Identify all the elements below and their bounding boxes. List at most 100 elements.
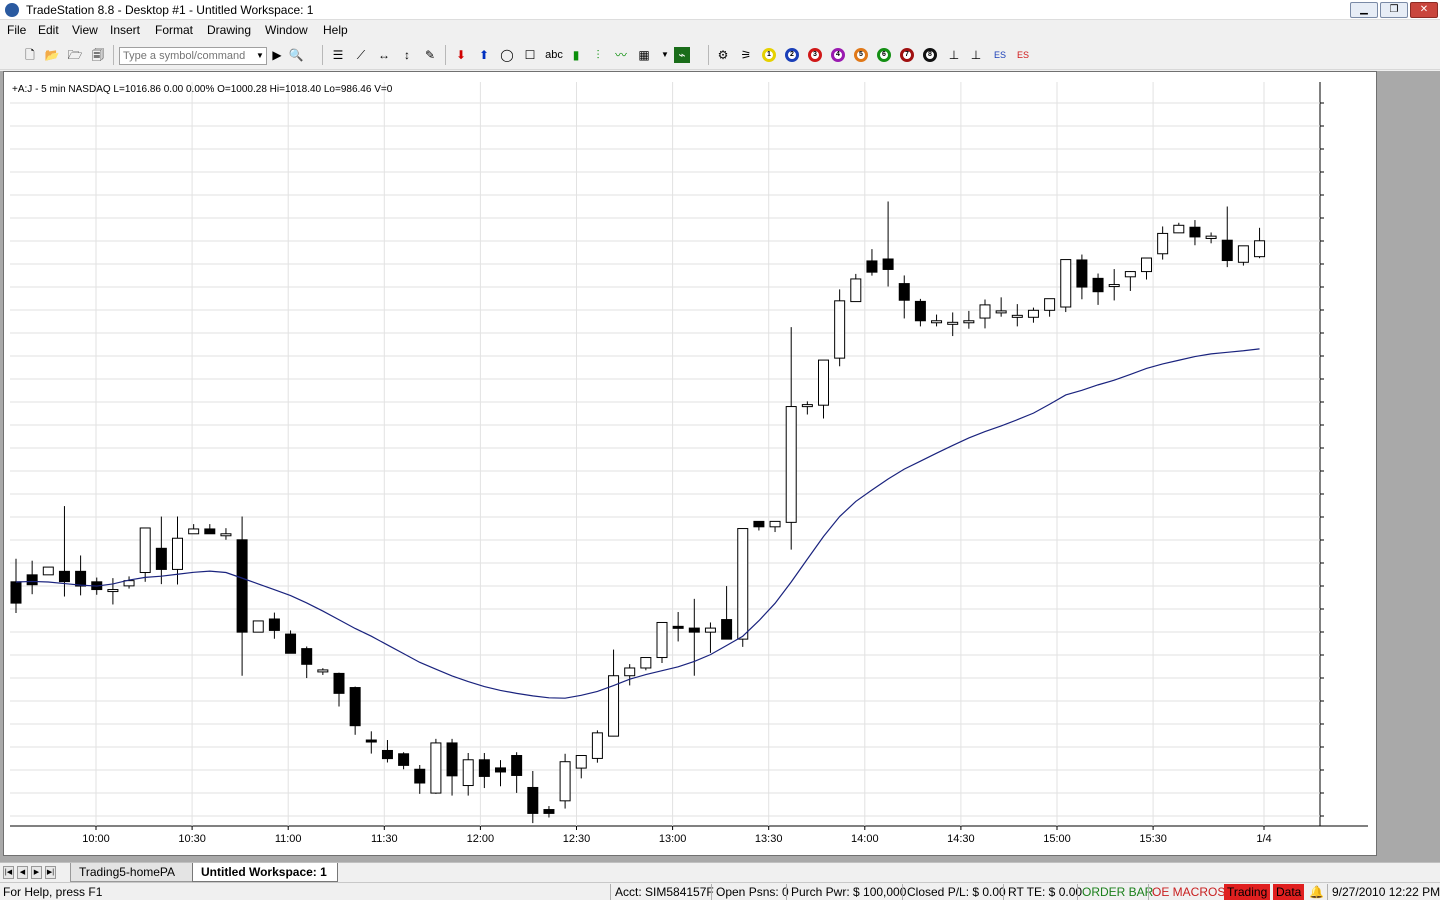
candle-body	[559, 761, 571, 802]
moving-average-line	[15, 348, 1260, 699]
candle-body	[672, 625, 684, 629]
candle-body	[495, 767, 506, 773]
candle-body	[1124, 271, 1136, 278]
candle-body	[1173, 224, 1185, 234]
candle-body	[624, 667, 636, 677]
candle-body	[785, 406, 797, 523]
candle-body	[914, 300, 926, 322]
candle-body	[268, 618, 280, 631]
candle-body	[42, 566, 54, 576]
candle-body	[10, 581, 22, 604]
candle-body	[1011, 314, 1023, 318]
candle-body	[365, 739, 377, 743]
candle-body	[1108, 284, 1120, 288]
candle-body	[834, 300, 846, 359]
candle-body	[1237, 245, 1249, 263]
x-tick-label: 11:00	[275, 833, 302, 845]
x-tick-label: 14:00	[851, 833, 879, 845]
candle-body	[75, 570, 87, 587]
candle-body	[220, 533, 232, 537]
candle-body	[979, 304, 991, 319]
candle-body	[737, 528, 749, 640]
bell-icon[interactable]: 🔔	[1309, 885, 1324, 899]
candle-body	[818, 359, 829, 406]
price-chart[interactable]: 10:00 10:30 11:00 11:30 12:00 12:30 13:00 13:30…	[0, 0, 1440, 862]
candle-body	[236, 539, 248, 633]
candle-body	[591, 732, 603, 759]
x-tick-label: 12:30	[563, 833, 591, 845]
candle-body	[1189, 226, 1201, 238]
x-tick-label: 1/4	[1256, 833, 1271, 845]
candle-body	[204, 528, 216, 535]
tab-prev-icon[interactable]: ◀	[17, 866, 28, 879]
candle-body	[26, 574, 38, 586]
candle-body	[850, 278, 862, 303]
status-separator	[711, 884, 712, 900]
candle-body	[656, 621, 668, 659]
candle-body	[640, 657, 652, 669]
candle-body	[721, 619, 733, 640]
candle-body	[398, 753, 410, 766]
candle-body	[107, 589, 119, 593]
tab-first-icon[interactable]: |◀	[3, 866, 14, 879]
x-tick-label: 15:00	[1043, 833, 1071, 845]
trading-status-badge[interactable]: Trading	[1224, 884, 1271, 900]
candle-body	[1254, 240, 1266, 258]
candle-body	[285, 633, 297, 654]
tab-last-icon[interactable]: ▶|	[45, 866, 56, 879]
candle-body	[301, 648, 313, 665]
data-status-badge[interactable]: Data	[1273, 884, 1305, 900]
candle-body	[333, 672, 345, 694]
candle-body	[58, 570, 70, 583]
candle-body	[1205, 235, 1217, 239]
datetime-status: 9/27/2010 12:22 PM	[1332, 885, 1440, 899]
candle-body	[882, 258, 894, 270]
candle-body	[511, 755, 523, 776]
candle-body	[543, 809, 555, 814]
x-tick-label: 14:30	[947, 833, 975, 845]
candle-body	[188, 528, 200, 535]
candle-body	[381, 749, 393, 760]
x-tick-label: 13:30	[755, 833, 783, 845]
account-status: Acct: SIM584157F	[615, 885, 714, 899]
closed-pl-status: Closed P/L: $ 0.00	[907, 885, 1006, 899]
oe-macros-button[interactable]: OE MACROS	[1152, 885, 1225, 899]
tab-untitled-workspace[interactable]: Untitled Workspace: 1	[192, 863, 338, 882]
candle-body	[898, 283, 910, 301]
candle-body	[462, 759, 474, 787]
status-separator	[1077, 884, 1078, 900]
candle-body	[478, 759, 490, 777]
tab-trading5-homepa[interactable]: Trading5-homePA	[70, 863, 194, 882]
tab-next-icon[interactable]: ▶	[31, 866, 42, 879]
candle-body	[995, 310, 1007, 314]
candle-body	[414, 768, 426, 784]
candle-body	[317, 669, 329, 673]
status-separator	[1327, 884, 1328, 900]
candle-body	[446, 742, 458, 777]
status-separator	[1003, 884, 1004, 900]
candle-body	[172, 537, 183, 570]
candle-body	[1157, 232, 1169, 255]
workspace-tab-bar: |◀ ◀ ▶ ▶| Trading5-homePA Untitled Works…	[0, 862, 1440, 882]
candle-body	[1076, 259, 1088, 288]
candle-body	[801, 404, 813, 408]
status-separator	[902, 884, 903, 900]
x-tick-label: 15:30	[1139, 833, 1167, 845]
purchasing-power-status: Purch Pwr: $ 100,000	[791, 885, 907, 899]
candle-body	[430, 742, 442, 794]
open-positions-status: Open Psns: 0	[716, 885, 789, 899]
candle-body	[155, 547, 167, 570]
candle-body	[1141, 257, 1152, 273]
candle-body	[1221, 239, 1233, 262]
candle-body	[866, 260, 878, 273]
candle-body	[769, 520, 781, 528]
help-hint: For Help, press F1	[3, 885, 103, 899]
x-tick-label: 13:00	[659, 833, 687, 845]
status-separator	[1148, 884, 1149, 900]
candle-body	[252, 620, 264, 633]
candle-body	[753, 520, 765, 528]
candle-body	[931, 320, 943, 324]
order-bar-button[interactable]: ORDER BAR	[1082, 885, 1153, 899]
candle-body	[1027, 309, 1039, 318]
x-tick-label: 12:00	[467, 833, 495, 845]
